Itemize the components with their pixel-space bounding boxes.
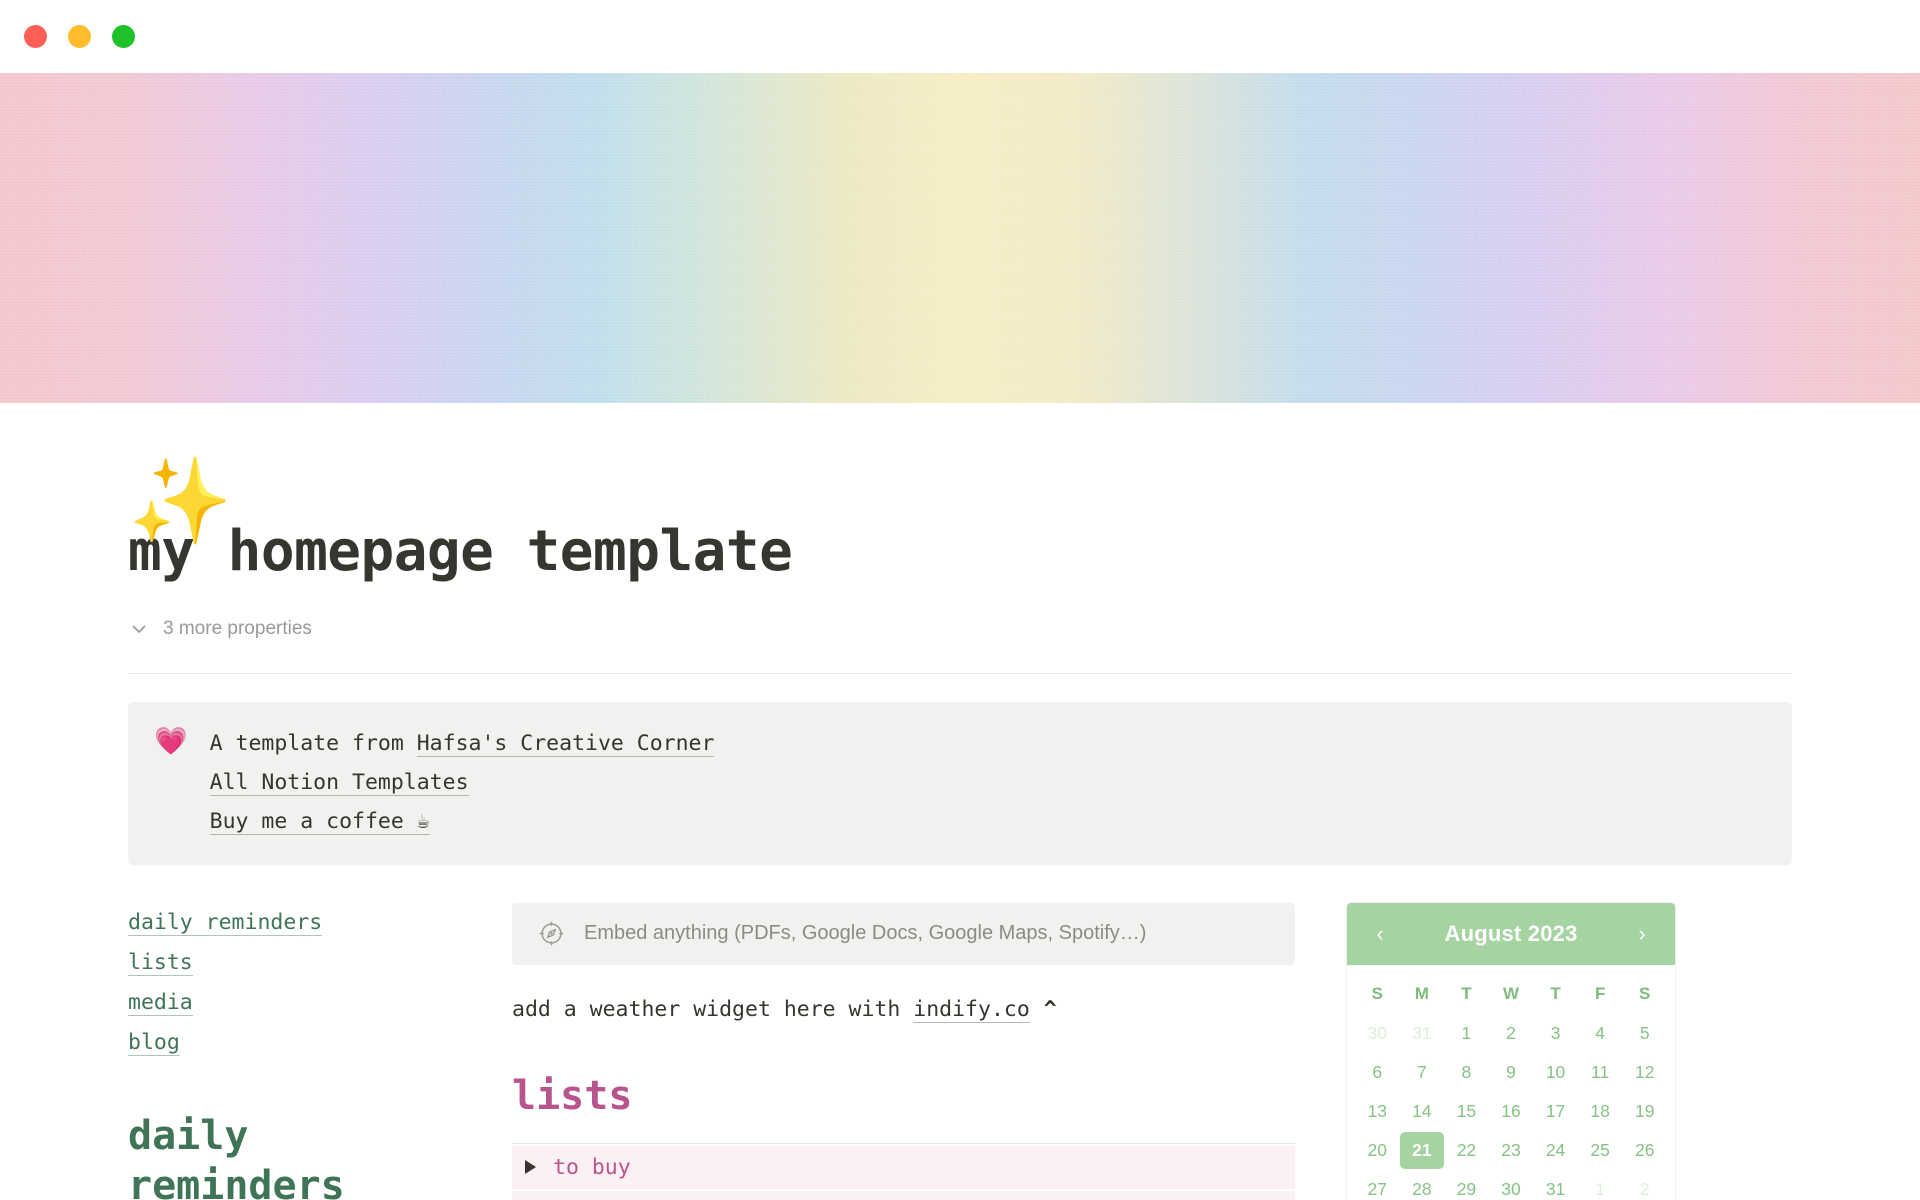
calendar-day[interactable]: 8 (1444, 1054, 1489, 1091)
window-controls (24, 25, 135, 48)
toggle-to-buy[interactable]: to buy (512, 1145, 1295, 1189)
calendar-day[interactable]: 12 (1622, 1054, 1667, 1091)
three-column-layout: daily reminders lists media blog daily r… (128, 902, 1792, 1200)
calendar-day[interactable]: 26 (1622, 1132, 1667, 1169)
toggle-brain-dump[interactable]: brain dump (512, 1190, 1295, 1200)
compass-icon (538, 920, 565, 947)
chevron-down-icon (128, 618, 150, 640)
page-content: my homepage template 3 more properties 💗… (0, 521, 1920, 1200)
embed-block[interactable]: Embed anything (PDFs, Google Docs, Googl… (512, 902, 1295, 965)
chevron-right-icon[interactable]: › (1629, 922, 1655, 945)
calendar-weekday-1: M (1414, 983, 1429, 1003)
template-credit-callout: 💗 A template from Hafsa's Creative Corne… (128, 701, 1792, 865)
embed-placeholder-label: Embed anything (PDFs, Google Docs, Googl… (584, 922, 1147, 945)
page-title[interactable]: my homepage template (128, 521, 1792, 583)
calendar-day[interactable]: 18 (1578, 1093, 1623, 1130)
close-button[interactable] (24, 25, 47, 48)
calendar-day[interactable]: 7 (1400, 1054, 1445, 1091)
window-titlebar (0, 0, 1920, 73)
nav-link-blog[interactable]: blog (128, 1029, 180, 1056)
calendar-day[interactable]: 27 (1355, 1171, 1400, 1200)
weather-widget-note: add a weather widget here with indify.co… (512, 993, 1295, 1027)
calendar-month-label: August 2023 (1444, 920, 1578, 946)
calendar-day[interactable]: 28 (1400, 1171, 1445, 1200)
calendar-day[interactable]: 29 (1444, 1171, 1489, 1200)
callout-line-templates: All Notion Templates (209, 763, 715, 802)
calendar-day[interactable]: 31 (1400, 1015, 1445, 1052)
calendar-day[interactable]: 20 (1355, 1132, 1400, 1169)
lists-heading[interactable]: lists (512, 1071, 1295, 1121)
left-column: daily reminders lists media blog daily r… (128, 903, 512, 1200)
calendar-day[interactable]: 10 (1533, 1054, 1578, 1091)
calendar-day[interactable]: 5 (1622, 1015, 1667, 1052)
calendar-weekday-2: T (1461, 983, 1472, 1003)
calendar-day-today[interactable]: 21 (1399, 1131, 1445, 1169)
nav-link-daily-reminders[interactable]: daily reminders (128, 909, 323, 936)
calendar-day[interactable]: 1 (1578, 1171, 1623, 1200)
calendar-day[interactable]: 13 (1355, 1093, 1400, 1130)
header-divider (128, 672, 1792, 674)
calendar-day[interactable]: 25 (1578, 1132, 1623, 1169)
toggle-label: to buy (553, 1154, 631, 1180)
calendar-day[interactable]: 6 (1355, 1054, 1400, 1091)
calendar-day[interactable]: 23 (1489, 1132, 1534, 1169)
more-properties-toggle[interactable]: 3 more properties (128, 615, 312, 643)
calendar-day[interactable]: 16 (1489, 1093, 1534, 1130)
calendar-day[interactable]: 2 (1622, 1171, 1667, 1200)
calendar-day[interactable]: 2 (1489, 1015, 1534, 1052)
calendar-weekday-4: T (1550, 983, 1561, 1003)
daily-reminders-heading[interactable]: daily reminders (128, 1111, 358, 1200)
nav-row: blog (128, 1023, 512, 1063)
calendar-day[interactable]: 11 (1578, 1054, 1623, 1091)
calendar-grid: S M T W T F S 30 31 1 2 3 4 5 6 7 8 9 10 11 12 13 14 15 16 17 18 19… (1347, 965, 1675, 1200)
nav-row: lists (128, 943, 512, 983)
lists-divider (512, 1142, 1295, 1144)
calendar-weekday-5: F (1594, 983, 1606, 1003)
calendar-day[interactable]: 30 (1489, 1171, 1534, 1200)
callout-line-coffee: Buy me a coffee ☕ (209, 802, 715, 841)
calendar-weekday-0: S (1371, 983, 1383, 1003)
chevron-left-icon[interactable]: ‹ (1367, 922, 1393, 945)
calendar-header: ‹ August 2023 › (1347, 902, 1675, 965)
calendar-weekday-6: S (1639, 983, 1651, 1003)
page-cover-image[interactable] (0, 73, 1920, 403)
weather-prefix-text: add a weather widget here with (512, 996, 914, 1022)
page-icon[interactable]: ✨ (128, 459, 233, 543)
heart-icon: 💗 (154, 725, 188, 756)
calendar-day[interactable]: 9 (1489, 1054, 1534, 1091)
nav-link-list: daily reminders lists media blog (128, 903, 512, 1063)
calendar-day[interactable]: 1 (1444, 1015, 1489, 1052)
calendar-day[interactable]: 15 (1444, 1093, 1489, 1130)
calendar-day[interactable]: 19 (1622, 1093, 1667, 1130)
calendar-weekday-3: W (1502, 983, 1520, 1003)
callout-line-author: A template from Hafsa's Creative Corner (210, 724, 715, 763)
calendar-day[interactable]: 4 (1578, 1015, 1623, 1052)
more-properties-label: 3 more properties (163, 617, 312, 639)
callout-body: A template from Hafsa's Creative Corner … (209, 724, 715, 841)
nav-row: daily reminders (128, 903, 512, 943)
calendar-day[interactable]: 22 (1444, 1132, 1489, 1169)
calendar-widget: ‹ August 2023 › S M T W T F S 30 31 1 2 3 4 5 6 7 8 9 10 11… (1347, 902, 1675, 1200)
all-templates-link[interactable]: All Notion Templates (209, 769, 469, 796)
caret-up-icon: ^ (1043, 996, 1057, 1022)
calendar-day[interactable]: 24 (1533, 1132, 1578, 1169)
page-body: ✨ my homepage template 3 more properties… (0, 459, 1920, 1200)
calendar-day[interactable]: 14 (1400, 1093, 1445, 1130)
calendar-day[interactable]: 30 (1355, 1015, 1400, 1052)
calendar-day[interactable]: 17 (1533, 1093, 1578, 1130)
right-column: ‹ August 2023 › S M T W T F S 30 31 1 2 3 4 5 6 7 8 9 10 11… (1347, 902, 1792, 1200)
calendar-day[interactable]: 31 (1533, 1171, 1578, 1200)
author-link[interactable]: Hafsa's Creative Corner (416, 730, 715, 757)
indify-link[interactable]: indify.co (913, 996, 1030, 1023)
calendar-day[interactable]: 3 (1533, 1015, 1578, 1052)
triangle-right-icon[interactable] (525, 1160, 536, 1175)
middle-column: Embed anything (PDFs, Google Docs, Googl… (512, 902, 1347, 1200)
nav-row: media (128, 983, 512, 1023)
callout-prefix-text: A template from (209, 730, 417, 756)
buy-coffee-link[interactable]: Buy me a coffee ☕ (209, 808, 430, 835)
minimize-button[interactable] (68, 25, 91, 48)
maximize-button[interactable] (112, 25, 135, 48)
nav-link-media[interactable]: media (128, 989, 193, 1016)
nav-link-lists[interactable]: lists (128, 949, 193, 976)
